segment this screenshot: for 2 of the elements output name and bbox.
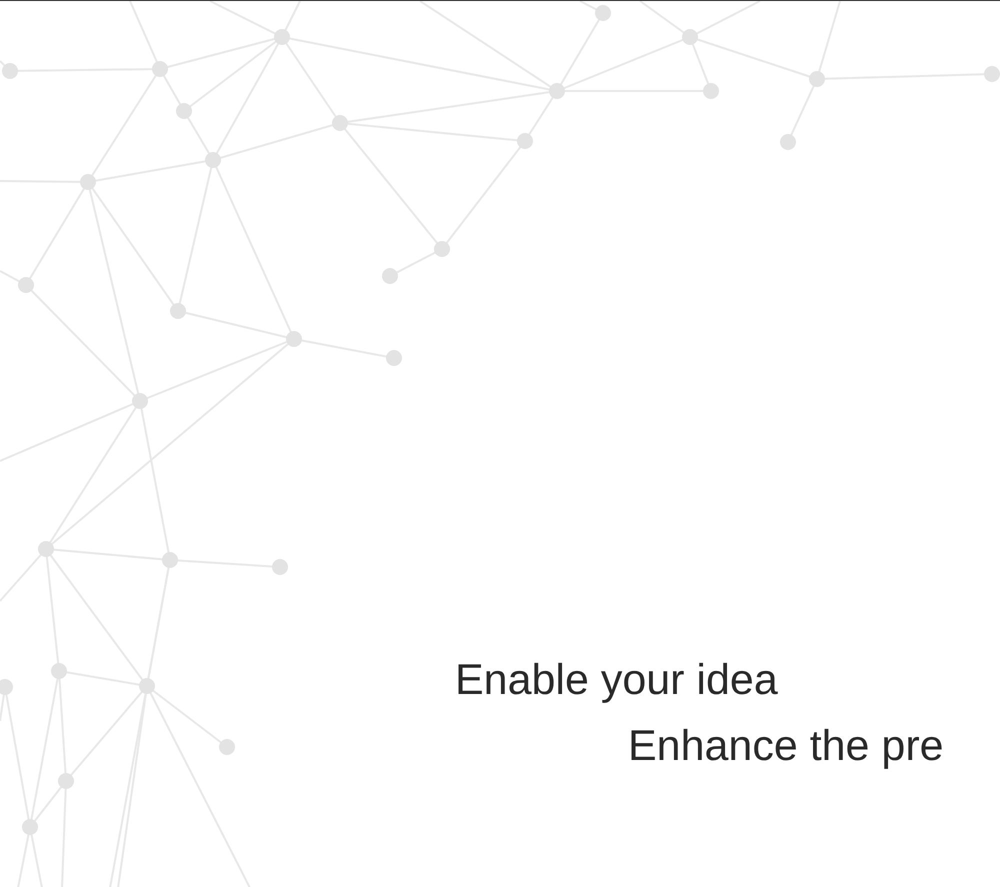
headline: Enable your idea [455, 655, 778, 706]
subheadline: Enhance the pre [628, 721, 944, 772]
